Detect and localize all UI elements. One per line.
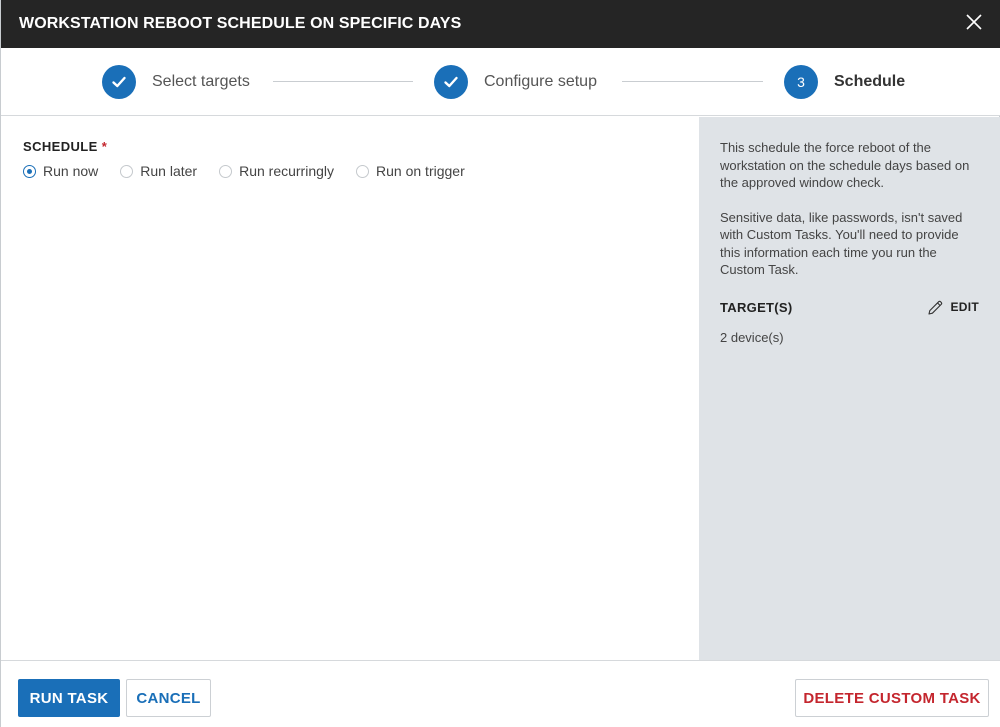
step-complete-circle: [434, 65, 468, 99]
pencil-icon: [928, 300, 943, 315]
step-connector: [273, 81, 413, 82]
sensitive-data-note: Sensitive data, like passwords, isn't sa…: [720, 209, 963, 278]
edit-targets-button[interactable]: EDIT: [927, 299, 979, 316]
radio-dot[interactable]: [23, 164, 36, 178]
required-marker: *: [101, 139, 108, 154]
run-task-button[interactable]: RUN TASK: [18, 679, 120, 717]
close-button[interactable]: [961, 9, 987, 35]
radio-run-recurringly[interactable]: Run recurringly: [219, 163, 334, 179]
schedule-field-label: SCHEDULE *: [23, 139, 677, 154]
info-sidebar: This schedule the force reboot of the wo…: [699, 117, 1000, 660]
radio-dot[interactable]: [356, 164, 370, 178]
radio-run-now[interactable]: Run now: [23, 163, 98, 179]
targets-label: TARGET(S): [720, 299, 793, 315]
step-select-targets[interactable]: Select targets: [102, 65, 250, 99]
step-connector: [622, 81, 763, 82]
device-count: 2 device(s): [720, 329, 784, 345]
dialog-footer: RUN TASK CANCEL DELETE CUSTOM TASK: [1, 660, 1000, 727]
task-description: This schedule the force reboot of the wo…: [720, 140, 970, 190]
dialog-titlebar: WORKSTATION REBOOT SCHEDULE ON SPECIFIC …: [1, 0, 1000, 48]
step-number-circle: 3: [784, 65, 818, 99]
step-label: Configure setup: [484, 73, 597, 90]
edit-label: EDIT: [950, 300, 979, 314]
wizard-stepper: Select targets Configure setup 3 Schedul…: [1, 48, 1000, 116]
check-icon: [112, 76, 126, 88]
delete-custom-task-button[interactable]: DELETE CUSTOM TASK: [795, 679, 989, 717]
step-label: Select targets: [152, 73, 250, 90]
step-complete-circle: [102, 65, 136, 99]
radio-dot[interactable]: [120, 164, 134, 178]
check-icon: [444, 76, 458, 88]
step-configure-setup[interactable]: Configure setup: [434, 65, 597, 99]
targets-header: TARGET(S) EDIT: [720, 299, 981, 316]
radio-run-later[interactable]: Run later: [120, 163, 197, 179]
radio-label: Run recurringly: [239, 163, 335, 179]
schedule-label-text: SCHEDULE: [23, 139, 98, 154]
dialog-title: WORKSTATION REBOOT SCHEDULE ON SPECIFIC …: [19, 15, 462, 32]
radio-dot[interactable]: [219, 164, 233, 178]
radio-label: Run on trigger: [376, 163, 465, 179]
cancel-button[interactable]: CANCEL: [126, 679, 211, 717]
close-icon: [966, 14, 982, 30]
schedule-panel: SCHEDULE * Run now Run later Run recurrin…: [1, 117, 699, 660]
schedule-radio-group: Run now Run later Run recurringly Run on…: [23, 163, 677, 179]
radio-label: Run later: [140, 163, 198, 179]
step-label: Schedule: [834, 73, 906, 90]
step-schedule[interactable]: 3 Schedule: [784, 65, 905, 99]
radio-label: Run now: [43, 163, 99, 179]
radio-run-on-trigger[interactable]: Run on trigger: [356, 163, 465, 179]
custom-task-dialog: WORKSTATION REBOOT SCHEDULE ON SPECIFIC …: [0, 0, 1000, 727]
